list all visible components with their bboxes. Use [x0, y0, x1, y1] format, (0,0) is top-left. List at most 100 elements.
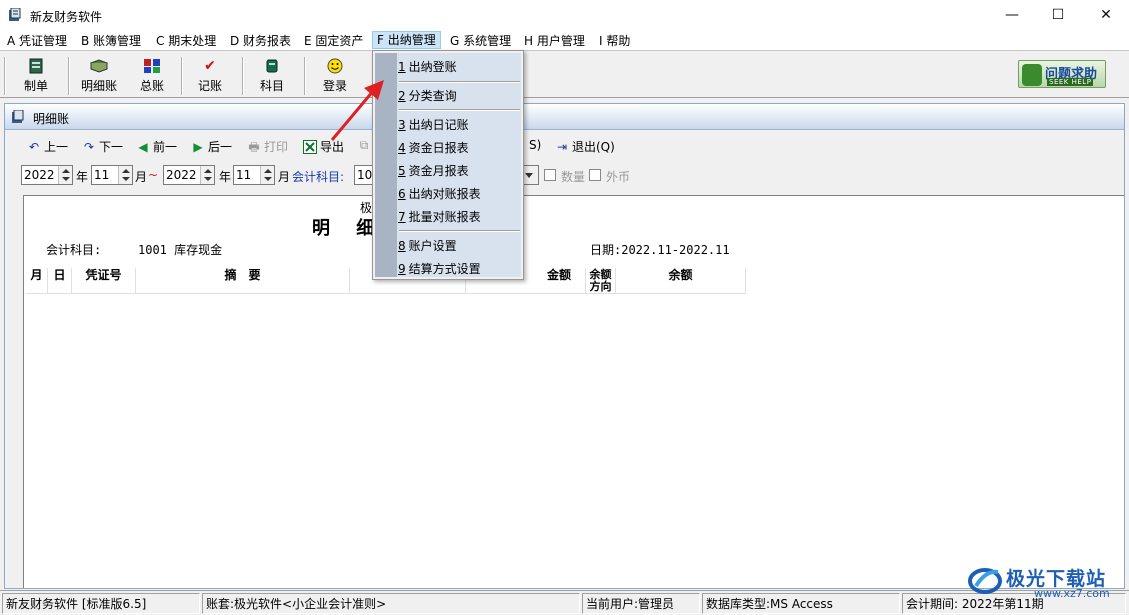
menu-cashier[interactable]: F 出纳管理	[372, 31, 441, 49]
window-title: 新友财务软件	[30, 10, 103, 24]
menu-item-category-query[interactable]: 2 分类查询	[398, 86, 457, 106]
watermark: 极光下载站 www.xz7.com	[968, 562, 1126, 602]
forward-icon: ▶	[193, 139, 203, 154]
toolbar-label: 记账	[197, 79, 222, 93]
menu-system[interactable]: G 系统管理	[450, 32, 511, 50]
next-label: 下一	[99, 140, 124, 154]
year-label: 年	[219, 170, 232, 184]
help-sublabel: SEEK HELP	[1047, 78, 1094, 86]
spin-arrows[interactable]	[118, 166, 132, 184]
menu-item-batch-reconciliation[interactable]: 7 批量对账报表	[398, 207, 481, 227]
printer-icon: 🖶	[248, 139, 260, 154]
prev-button[interactable]: ↶ 上一	[27, 138, 68, 155]
smiley-icon	[326, 57, 344, 75]
exit-button[interactable]: ⇥ 退出(Q)	[555, 138, 615, 155]
foreign-currency-label: 外币	[606, 170, 631, 184]
menu-fixed-assets[interactable]: E 固定资产	[304, 32, 363, 50]
column-header: 余额方向	[586, 268, 616, 294]
start-month-value: 11	[94, 168, 110, 182]
quantity-checkbox[interactable]	[544, 169, 556, 181]
start-year-spinner[interactable]: 2022	[21, 165, 73, 185]
print-button[interactable]: 🖶 打印	[247, 138, 288, 155]
menu-item-monthly-fund-report[interactable]: 5 资金月报表	[398, 161, 469, 181]
end-year-spinner[interactable]: 2022	[163, 165, 215, 185]
front-button[interactable]: ◀ 前一	[136, 138, 177, 155]
person-icon	[1022, 64, 1042, 86]
spin-arrows[interactable]	[200, 166, 214, 184]
spin-arrows[interactable]	[260, 166, 274, 184]
column-header: 凭证号	[72, 268, 136, 294]
menu-item-daily-fund-report[interactable]: 4 资金日报表	[398, 138, 469, 158]
account-combo-value: 10	[357, 168, 373, 182]
column-header: 月	[26, 268, 48, 294]
brand-url: www.xz7.com	[1034, 587, 1110, 600]
start-month-spinner[interactable]: 11	[91, 165, 133, 185]
report-date: 日期:2022.11-2022.11	[590, 243, 730, 257]
account-filter-label: 会计科目:	[292, 170, 345, 184]
status-db: 数据库类型:MS Access	[702, 593, 900, 614]
account-label: 会计科目:	[46, 243, 102, 257]
column-header: 摘 要	[136, 268, 350, 294]
status-user: 当前用户:管理员	[582, 593, 700, 614]
partial-label: S)	[529, 138, 542, 152]
back-label: 后一	[208, 140, 233, 154]
toolbar-separator	[181, 57, 182, 95]
account-value: 1001 库存现金	[138, 243, 223, 257]
menu-item-account-settings[interactable]: 8 账户设置	[398, 236, 457, 256]
seek-help-button[interactable]: 问题求助 SEEK HELP	[1018, 60, 1106, 88]
toolbar-label: 制单	[23, 79, 48, 93]
end-month-spinner[interactable]: 11	[233, 165, 275, 185]
menu-item-cash-journal[interactable]: 3 出纳日记账	[398, 115, 469, 135]
spin-arrows[interactable]	[58, 166, 72, 184]
make-voucher-button[interactable]: 制单	[12, 55, 60, 95]
ledger-toolbar: ↶ 上一 ↷ 下一 ◀ 前一 ▶ 后一 🖶 打印 导出 ⧉ S) ⇥ 退出(Q)	[5, 131, 1124, 159]
child-title: 明细账	[33, 112, 70, 126]
maximize-button[interactable]: ☐	[1035, 0, 1081, 30]
toolbar-separator	[242, 57, 243, 95]
exit-label: 退出(Q)	[572, 140, 615, 154]
menu-item-reconciliation-report[interactable]: 6 出纳对账报表	[398, 184, 481, 204]
toolbar-label: 科目	[259, 79, 284, 93]
toolbar-separator	[4, 57, 5, 95]
menu-item-cashier-entry[interactable]: 1 出纳登账	[398, 57, 457, 77]
toolbar-label: 总账	[139, 79, 164, 93]
child-title-bar: 明细账	[5, 104, 1124, 130]
menu-period-end[interactable]: C 期末处理	[156, 32, 216, 50]
toolbar-separator	[304, 57, 305, 95]
app-icon	[9, 8, 21, 21]
menu-item-settlement-settings[interactable]: 9 结算方式设置	[398, 259, 481, 279]
menu-users[interactable]: H 用户管理	[524, 32, 585, 50]
column-header: 日	[48, 268, 72, 294]
menu-separator	[399, 230, 520, 231]
accounts-button[interactable]: 科目	[250, 55, 294, 95]
toolbar-separator	[68, 57, 69, 95]
partial-button[interactable]: S)	[529, 138, 541, 152]
menu-separator	[399, 109, 520, 110]
menu-bar: A 凭证管理 B 账簿管理 C 期末处理 D 财务报表 E 固定资产 F 出纳管…	[0, 30, 1129, 50]
post-entries-button[interactable]: ✔ 记账	[188, 55, 232, 95]
quantity-label: 数量	[561, 170, 586, 184]
month-label: 月	[278, 170, 291, 184]
next-button[interactable]: ↷ 下一	[82, 138, 123, 155]
brand-logo-icon	[968, 568, 1002, 594]
back-button[interactable]: ▶ 后一	[191, 138, 232, 155]
menu-reports[interactable]: D 财务报表	[230, 32, 291, 50]
detail-ledger-button[interactable]: 明细账	[74, 55, 124, 95]
end-month-value: 11	[236, 168, 252, 182]
menu-help[interactable]: I 帮助	[599, 32, 630, 50]
foreign-currency-checkbox[interactable]	[589, 169, 601, 181]
book-icon	[90, 57, 108, 75]
checkmark-icon: ✔	[204, 58, 216, 74]
general-ledger-button[interactable]: 总账	[130, 55, 174, 95]
close-button[interactable]: ✕	[1083, 0, 1129, 30]
cashier-dropdown-menu: 1 出纳登账 2 分类查询 3 出纳日记账 4 资金日报表 5 资金月报表 6 出纳对账报表…	[372, 50, 524, 280]
toolbar-label: 明细账	[80, 79, 117, 93]
report-area: 极 明 细 会计科目: 1001 库存现金 日期:2022.11-2022.11…	[23, 195, 1124, 588]
ledger-window-icon	[12, 110, 24, 123]
menu-ledger[interactable]: B 账簿管理	[81, 32, 141, 50]
annotation-arrow	[330, 80, 384, 141]
status-book: 账套:极光软件<小企业会计准则>	[202, 593, 580, 614]
menu-voucher[interactable]: A 凭证管理	[7, 32, 67, 50]
minimize-button[interactable]: —	[989, 0, 1035, 30]
main-toolbar: 制单 明细账 总账 ✔ 记账 科目 登录	[0, 50, 1129, 98]
